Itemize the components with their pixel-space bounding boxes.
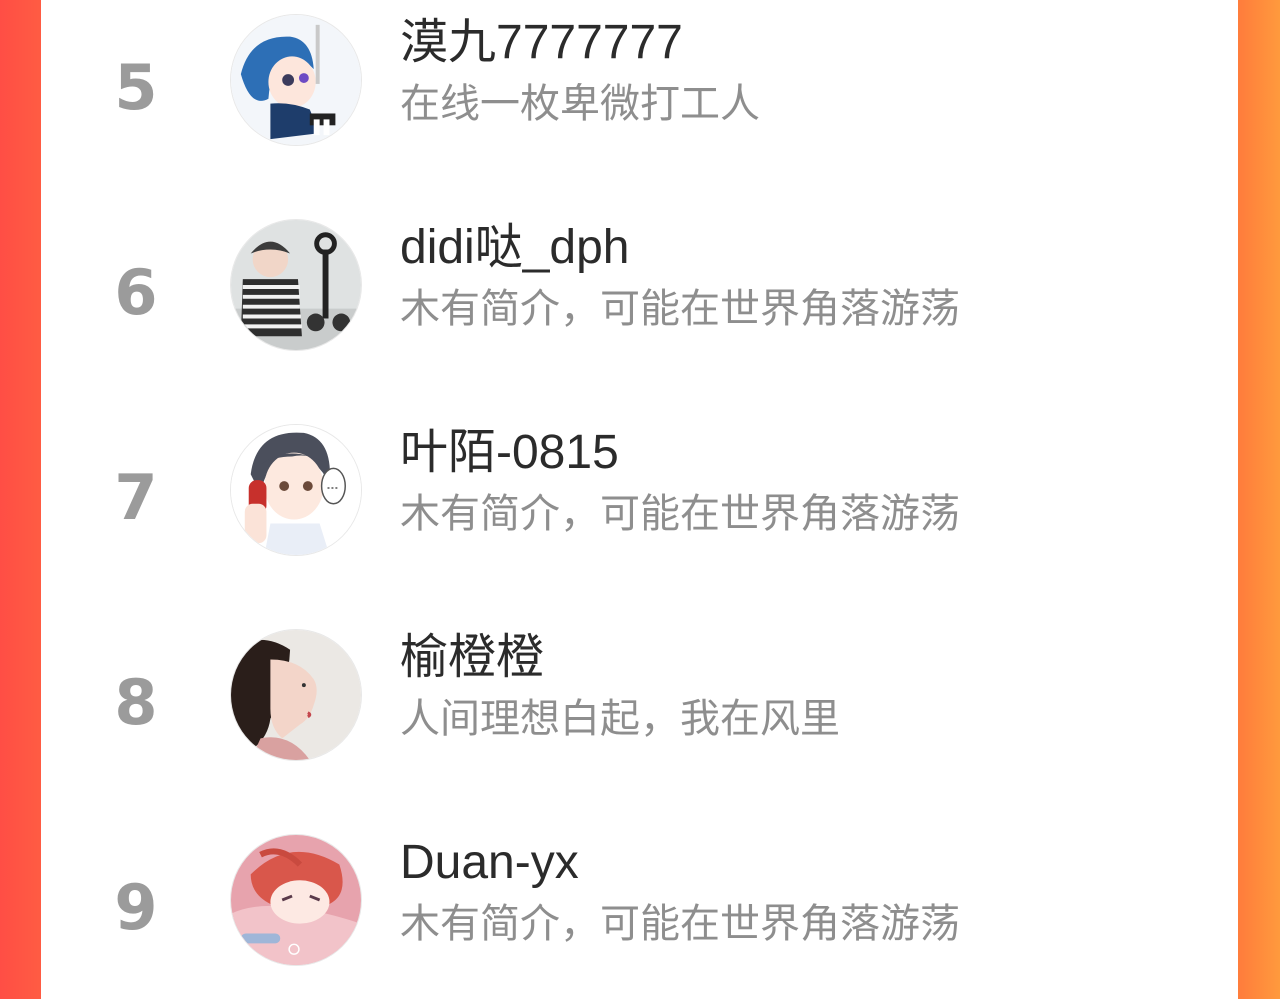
user-bio: 人间理想白起，我在风里 bbox=[400, 697, 840, 741]
rank-number: 8 bbox=[114, 666, 158, 739]
user-name[interactable]: didi哒_dph bbox=[400, 220, 630, 275]
anime-pink-illustration-avatar bbox=[231, 835, 361, 965]
user-bio: 在线一枚卑微打工人 bbox=[400, 82, 760, 126]
rank-number: 6 bbox=[114, 256, 158, 329]
avatar[interactable] bbox=[230, 424, 362, 556]
list-item[interactable]: 7 叶陌-0815 木有简介，可能在世界角落游荡 bbox=[41, 415, 1238, 565]
anime-girl-blue-hair-avatar bbox=[231, 15, 361, 145]
user-name[interactable]: Duan-yx bbox=[400, 835, 579, 890]
avatar[interactable] bbox=[230, 219, 362, 351]
rank-number: 7 bbox=[114, 461, 158, 534]
anime-boy-headphones-avatar bbox=[231, 425, 361, 555]
list-item[interactable]: 5 漠九7777777 在线一枚卑微打工人 bbox=[41, 5, 1238, 155]
list-item[interactable]: 9 Duan-yx 木有简介，可能在世界角落游荡 bbox=[41, 825, 1238, 975]
user-bio: 木有简介，可能在世界角落游荡 bbox=[400, 492, 960, 536]
user-bio: 木有简介，可能在世界角落游荡 bbox=[400, 287, 960, 331]
list-item[interactable]: 8 榆橙橙 人间理想白起，我在风里 bbox=[41, 620, 1238, 770]
avatar[interactable] bbox=[230, 629, 362, 761]
user-name[interactable]: 叶陌-0815 bbox=[400, 425, 619, 480]
woman-profile-avatar bbox=[231, 630, 361, 760]
list-item[interactable]: 6 didi哒_dph 木有简介，可能在世界角落游荡 bbox=[41, 210, 1238, 360]
avatar[interactable] bbox=[230, 14, 362, 146]
user-name[interactable]: 漠九7777777 bbox=[400, 15, 683, 70]
user-bio: 木有简介，可能在世界角落游荡 bbox=[400, 902, 960, 946]
rank-number: 9 bbox=[114, 871, 158, 944]
user-name[interactable]: 榆橙橙 bbox=[400, 630, 544, 685]
avatar[interactable] bbox=[230, 834, 362, 966]
child-striped-shirt-avatar bbox=[231, 220, 361, 350]
ranking-list-panel: 5 漠九7777777 在线一枚卑微打工人 6 didi哒_dph 木有简介，可… bbox=[41, 0, 1238, 999]
rank-number: 5 bbox=[114, 51, 158, 124]
